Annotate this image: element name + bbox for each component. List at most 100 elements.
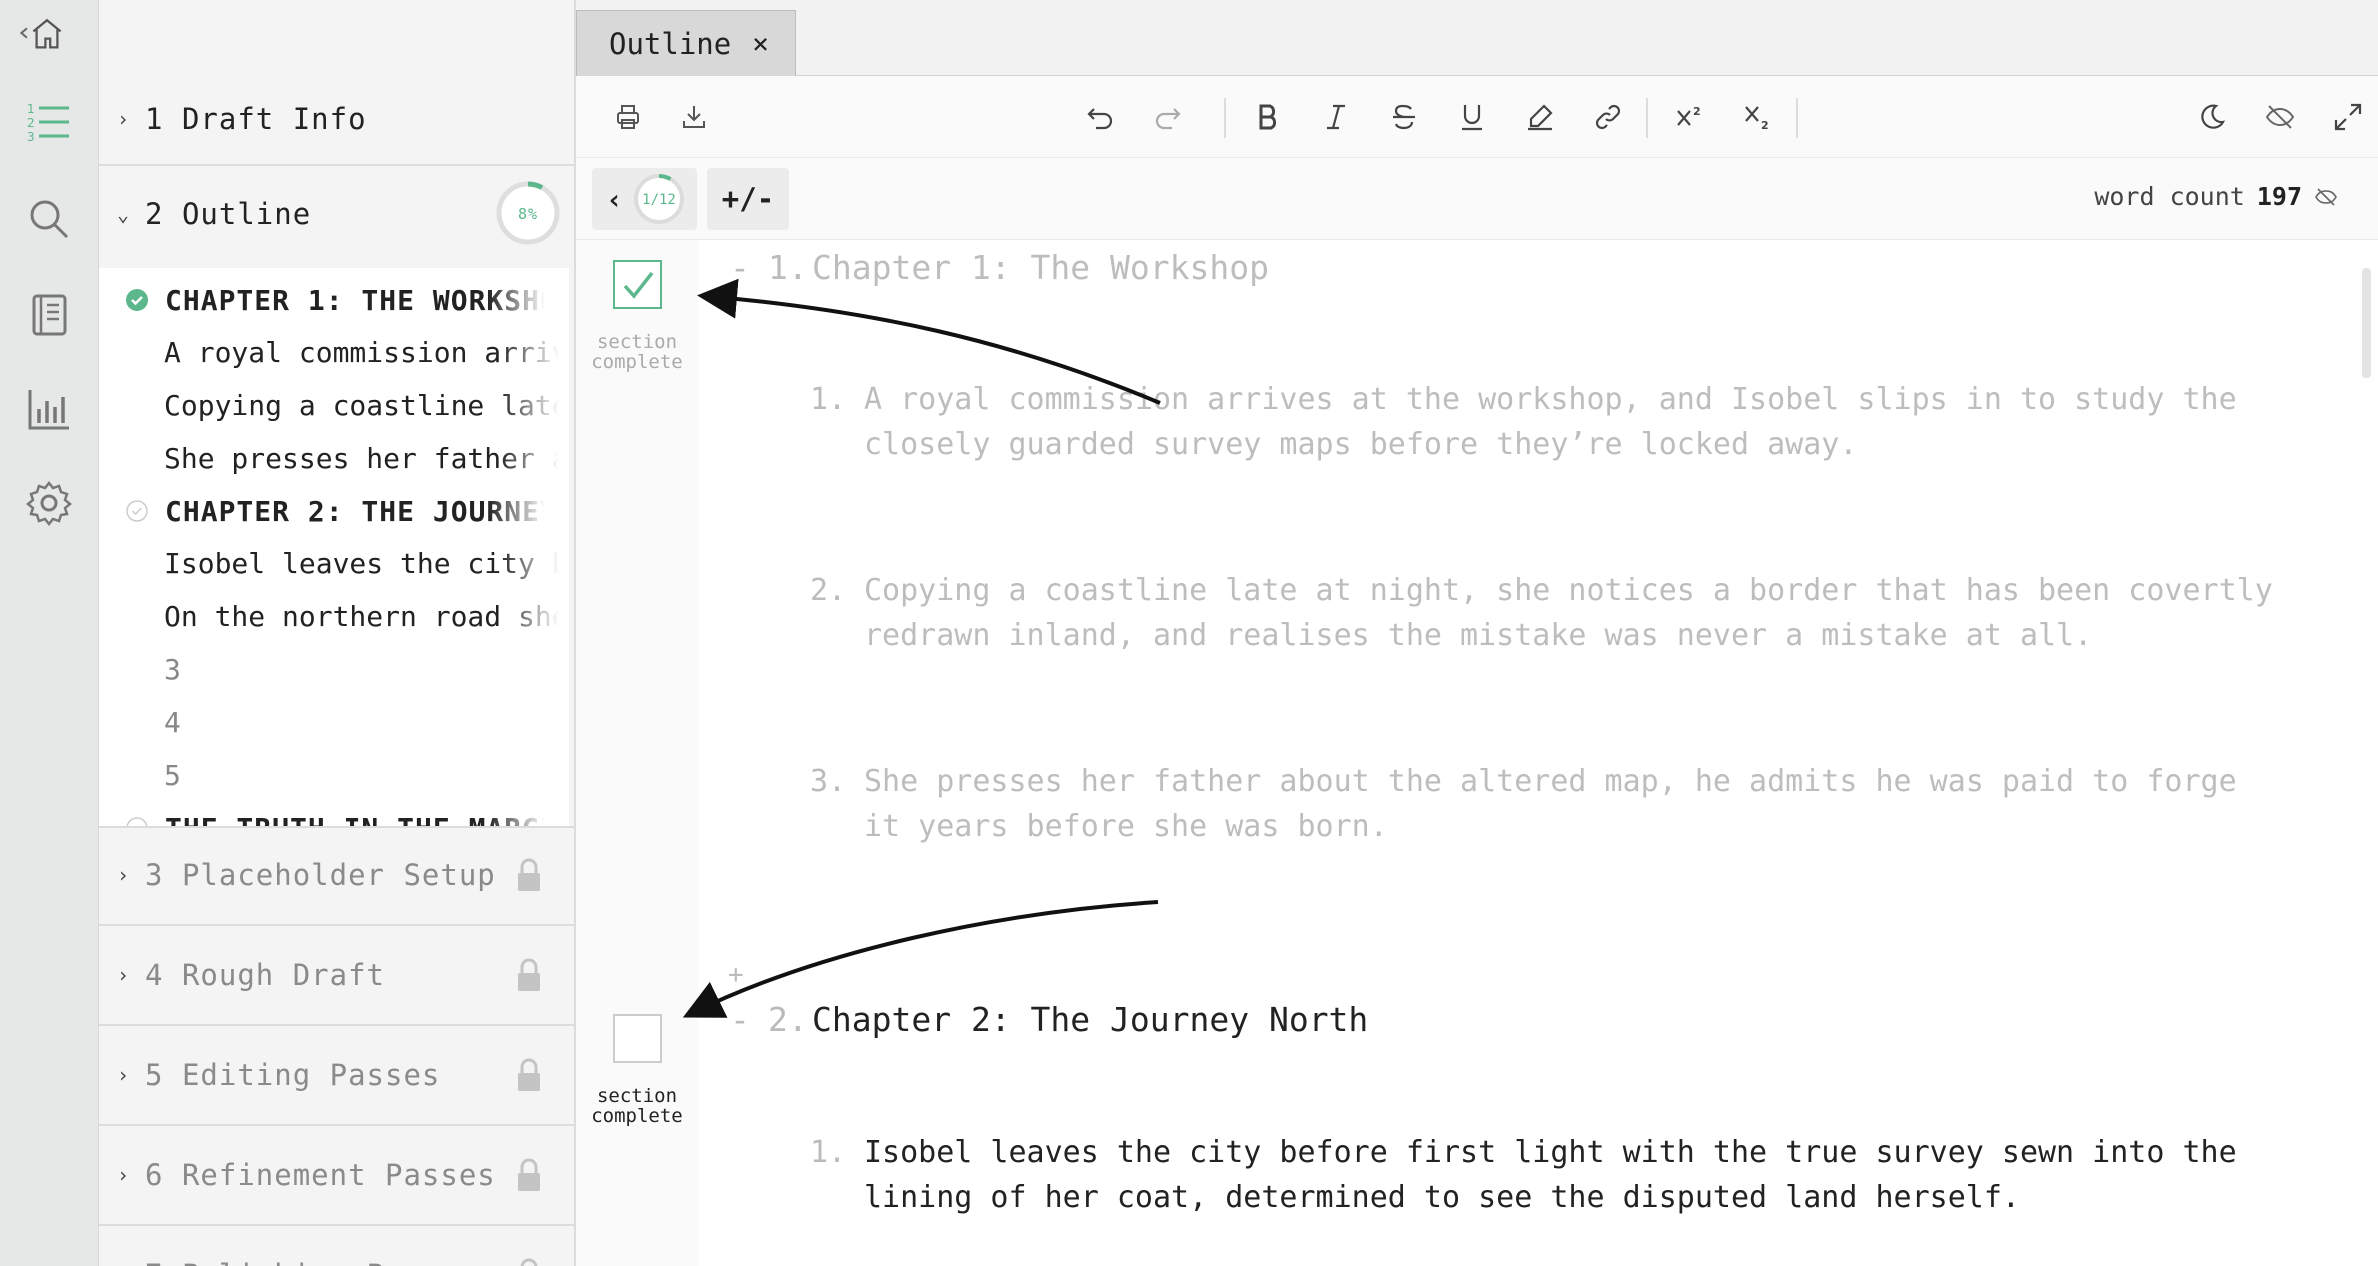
divider (99, 1224, 574, 1226)
settings-button[interactable] (22, 476, 76, 530)
outline-item-label: CHAPTER 1: THE WORKSHOP (165, 283, 545, 317)
section-editing-passes[interactable]: › 5 Editing Passes (99, 1040, 574, 1110)
section-placeholder-setup[interactable]: › 3 Placeholder Setup (99, 840, 574, 910)
download-button[interactable] (672, 95, 716, 139)
chapter-heading-1[interactable]: - 1. Chapter 1: The Workshop (698, 248, 1269, 287)
outline-item-empty[interactable]: 3 (99, 643, 569, 695)
focus-mode-button[interactable] (2258, 95, 2302, 139)
section-refinement-passes[interactable]: › 6 Refinement Passes (99, 1140, 574, 1210)
lock-icon (518, 958, 540, 991)
toolbar-separator (1796, 98, 1798, 138)
eye-off-icon[interactable] (2314, 185, 2338, 209)
outline-item-beat[interactable]: She presses her father about the altered… (99, 432, 569, 484)
beat-number: 2. (810, 573, 847, 608)
section-draft-info[interactable]: › 1 Draft Info (99, 84, 574, 154)
tab-label: Outline (609, 26, 732, 61)
svg-text:3: 3 (27, 130, 35, 144)
collapse-toggle[interactable]: - (730, 1000, 768, 1039)
print-icon (617, 105, 639, 129)
chevron-down-icon: ⌄ (117, 202, 131, 226)
section-polishing-passes[interactable]: › 7 Polishing Passes (99, 1240, 574, 1266)
numbered-list-icon: 123 (27, 102, 69, 144)
outline-item-beat[interactable]: Isobel leaves the city before first ligh… (99, 537, 569, 589)
dark-mode-button[interactable] (2190, 95, 2234, 139)
editor-scrollbar[interactable] (2362, 268, 2371, 378)
chevron-right-icon: › (117, 107, 131, 131)
tab-outline[interactable]: Outline × (576, 10, 796, 76)
project-sidebar: › 1 Draft Info ⌄ 2 Outline 8% CHAPTER 1:… (99, 0, 576, 1266)
outline-item-label: On the northern road she (164, 599, 559, 633)
section-number: 5 (145, 1058, 164, 1092)
expand-collapse-toggle[interactable]: +/- (707, 168, 789, 230)
svg-text:2: 2 (27, 116, 35, 130)
beat-text[interactable]: She presses her father about the altered… (864, 759, 2290, 849)
subscript-button[interactable]: 2 (1736, 95, 1780, 139)
undo-button[interactable] (1078, 95, 1122, 139)
subscript-icon: 2 (1745, 106, 1769, 132)
outline-item-chapter-2[interactable]: CHAPTER 2: THE JOURNEY NORTH (99, 485, 569, 537)
beat-text[interactable]: A royal commission arrives at the worksh… (864, 377, 2290, 467)
previous-section-button[interactable]: ‹ 1/12 (592, 168, 697, 230)
outline-item-number: 4 (164, 705, 181, 739)
outline-item-empty[interactable]: 5 (99, 749, 569, 801)
outline-beat[interactable]: 2. Copying a coastline late at night, sh… (810, 568, 2290, 658)
section-label: Draft Info (181, 102, 367, 136)
underline-button[interactable] (1450, 95, 1494, 139)
home-button[interactable] (8, 6, 78, 60)
chapter-heading-2[interactable]: - 2. Chapter 2: The Journey North (698, 1000, 1368, 1039)
redo-button[interactable] (1146, 95, 1190, 139)
outline-beat[interactable]: 1. A royal commission arrives at the wor… (810, 377, 2290, 467)
divider (99, 924, 574, 926)
chapter-title[interactable]: Chapter 2: The Journey North (812, 1000, 1368, 1039)
stats-button[interactable] (22, 382, 76, 436)
section-complete-checkbox-chapter-1[interactable] (613, 260, 662, 309)
expand-icon (2334, 103, 2362, 131)
highlight-button[interactable] (1518, 95, 1562, 139)
divider (99, 1024, 574, 1026)
fullscreen-button[interactable] (2326, 95, 2370, 139)
strikethrough-button[interactable] (1382, 95, 1426, 139)
section-outline[interactable]: ⌄ 2 Outline 8% (99, 176, 574, 252)
outline-item-label: She presses her father about the altered… (164, 441, 559, 475)
section-rough-draft[interactable]: › 4 Rough Draft (99, 940, 574, 1010)
superscript-button[interactable]: 2 (1668, 95, 1712, 139)
svg-text:1: 1 (27, 102, 35, 116)
close-icon[interactable]: × (752, 27, 769, 60)
section-complete-label: section complete (576, 1086, 698, 1126)
beat-text[interactable]: Isobel leaves the city before first ligh… (864, 1130, 2290, 1220)
outline-beat[interactable]: 1. Isobel leaves the city before first l… (810, 1130, 2290, 1220)
link-button[interactable] (1586, 95, 1630, 139)
add-section-button[interactable]: + (728, 960, 744, 990)
chapter-title[interactable]: Chapter 1: The Workshop (812, 248, 1269, 287)
notebook-button[interactable] (22, 288, 76, 342)
outline-item-label: Isobel leaves the city before first ligh… (164, 546, 559, 580)
section-complete-checkbox-chapter-2[interactable] (613, 1014, 662, 1063)
beat-number: 1. (810, 382, 847, 417)
outline-item-number: 3 (164, 652, 181, 686)
beat-text[interactable]: Copying a coastline late at night, she n… (864, 568, 2290, 658)
search-button[interactable] (22, 192, 76, 246)
outline-beat[interactable]: 3. She presses her father about the alte… (810, 759, 2290, 849)
outline-nav-button[interactable]: 123 (22, 96, 76, 150)
chevron-right-icon: › (117, 863, 131, 887)
progress-percent: 8% (518, 205, 538, 223)
outline-item-beat[interactable]: Copying a coastline late at night (99, 379, 569, 431)
eye-off-icon (2265, 105, 2295, 129)
outline-item-beat[interactable]: On the northern road she (99, 590, 569, 642)
print-button[interactable] (606, 95, 650, 139)
underline-icon (1462, 105, 1482, 131)
tab-bar: Outline × (576, 0, 2378, 76)
bold-button[interactable] (1246, 95, 1290, 139)
app-rail: 123 (0, 0, 99, 1266)
collapse-toggle[interactable]: - (730, 248, 768, 287)
outline-item-empty[interactable]: 4 (99, 696, 569, 748)
svg-text:2: 2 (1693, 105, 1701, 118)
toggle-label: +/- (721, 182, 775, 216)
chapter-number: 2. (768, 1000, 808, 1039)
outline-editor[interactable]: - 1. Chapter 1: The Workshop 1. A royal … (698, 240, 2378, 1266)
outline-item-beat[interactable]: A royal commission arrives at the worksh… (99, 326, 569, 378)
outline-item-chapter-3[interactable]: THE TRUTH IN THE MARGINS (99, 802, 569, 828)
outline-item-chapter-1[interactable]: CHAPTER 1: THE WORKSHOP (99, 274, 569, 326)
bold-icon (1259, 104, 1277, 130)
italic-button[interactable] (1314, 95, 1358, 139)
